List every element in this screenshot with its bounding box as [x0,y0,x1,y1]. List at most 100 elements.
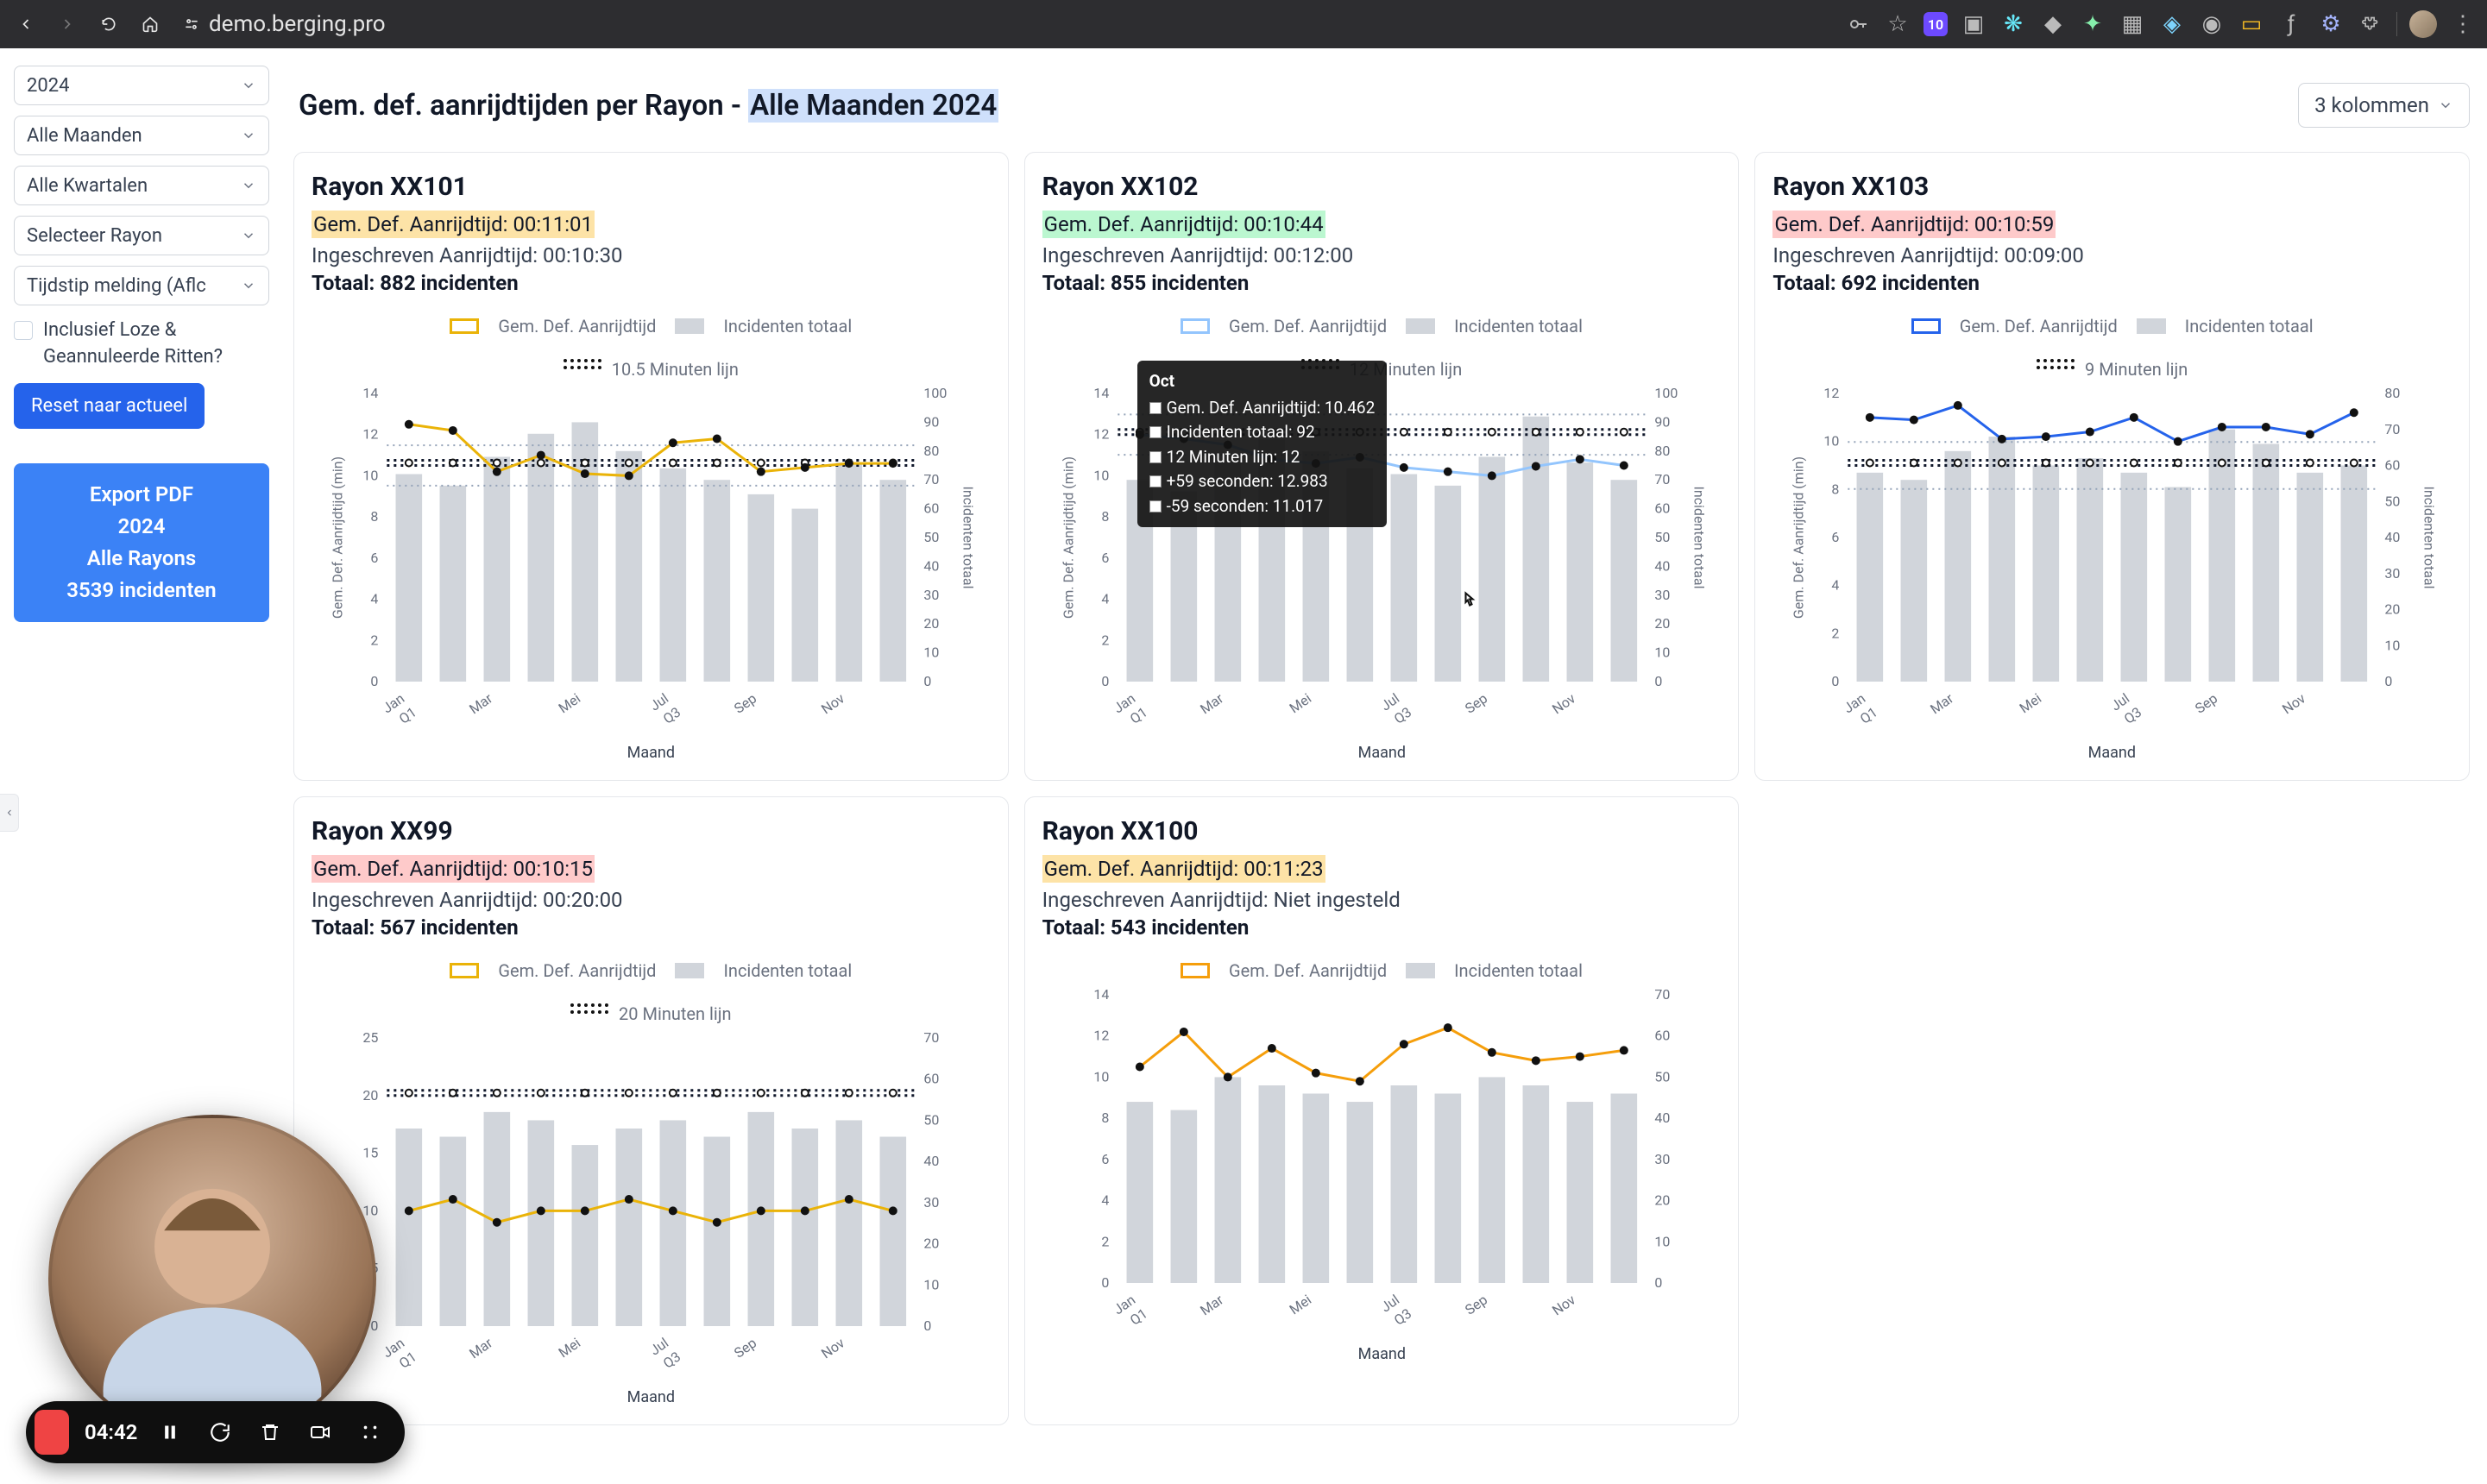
svg-text:14: 14 [362,385,378,401]
chart-svg: 02468101201020304050607080JanQ1MarMeiJul… [1772,385,2452,764]
svg-text:12: 12 [1824,385,1840,401]
svg-text:10: 10 [923,1276,939,1292]
url-bar[interactable]: demo.berging.pro [183,11,386,37]
restart-button[interactable] [203,1415,237,1449]
ext-6-icon[interactable]: ◈ [2158,10,2186,38]
camera-button[interactable] [303,1415,337,1449]
delete-button[interactable] [253,1415,287,1449]
svg-text:10: 10 [1093,1068,1109,1085]
svg-text:0: 0 [1654,673,1662,689]
svg-text:Sep: Sep [2192,690,2220,717]
svg-text:20: 20 [923,615,939,632]
extensions-icon[interactable] [2357,10,2384,38]
svg-text:Maand: Maand [627,1388,675,1406]
registered-time: Ingeschreven Aanrijdtijd: 00:20:00 [312,888,991,912]
collapse-sidebar-tab[interactable] [0,794,19,832]
svg-text:80: 80 [1654,443,1670,459]
menu-icon[interactable]: ⋮ [2449,10,2477,38]
chevron-down-icon [2438,97,2453,113]
svg-text:14: 14 [1093,986,1109,1003]
filter-year[interactable]: 2024 [14,66,269,105]
chart-legend: Gem. Def. Aanrijdtijd Incidenten totaal [1042,960,1722,981]
combo-chart[interactable]: 024681012140102030405060708090100JanQ1Ma… [1042,385,1722,764]
svg-text:8: 8 [370,508,378,525]
svg-text:30: 30 [1654,1151,1670,1167]
svg-text:4: 4 [1101,1192,1109,1209]
star-icon[interactable]: ☆ [1884,10,1911,38]
svg-text:Mar: Mar [1928,689,1957,717]
combo-chart[interactable]: 02468101201020304050607080JanQ1MarMeiJul… [1772,385,2452,764]
ext-5-icon[interactable]: ▦ [2119,10,2146,38]
reload-button[interactable] [93,9,124,40]
svg-text:60: 60 [2385,457,2401,474]
ext-3-icon[interactable]: ◆ [2039,10,2067,38]
columns-select[interactable]: 3 kolommen [2298,83,2470,128]
filter-months[interactable]: Alle Maanden [14,116,269,155]
page-title: Gem. def. aanrijdtijden per Rayon - Alle… [299,89,998,123]
svg-text:90: 90 [923,413,939,430]
svg-text:2: 2 [1101,632,1109,648]
svg-text:20: 20 [1654,615,1670,632]
extension-badge[interactable]: 10 [1923,12,1948,36]
ext-4-icon[interactable]: ✦ [2079,10,2106,38]
forward-button[interactable] [52,9,83,40]
ext-8-icon[interactable]: ▭ [2238,10,2265,38]
checkbox-icon [14,321,33,340]
svg-text:0: 0 [1832,673,1840,689]
svg-text:12: 12 [1093,1028,1109,1044]
ext-7-icon[interactable]: ◉ [2198,10,2226,38]
rayon-card: Rayon XX99 Gem. Def. Aanrijdtijd: 00:10:… [293,796,1009,1425]
svg-text:Incidenten totaal: Incidenten totaal [2421,486,2438,588]
svg-text:2: 2 [1832,625,1840,641]
svg-text:4: 4 [1832,577,1840,594]
avg-time-highlight: Gem. Def. Aanrijdtijd: 00:10:44 [1042,211,1325,238]
svg-text:40: 40 [923,557,939,574]
svg-text:70: 70 [1654,986,1670,1003]
browser-chrome: demo.berging.pro ☆ 10 ▣ ❋ ◆ ✦ ▦ ◈ ◉ ▭ ƒ … [0,0,2487,48]
combo-chart[interactable]: 02468101214010203040506070JanQ1MarMeiJul… [1042,986,1722,1366]
svg-text:60: 60 [923,1071,939,1087]
filter-quarters[interactable]: Alle Kwartalen [14,166,269,205]
chart-svg: 024681012140102030405060708090100JanQ1Ma… [312,385,991,764]
password-icon[interactable] [1844,10,1872,38]
svg-text:12: 12 [362,426,378,443]
ext-2-icon[interactable]: ❋ [1999,10,2027,38]
presenter-video-bubble[interactable] [48,1115,376,1443]
back-button[interactable] [10,9,41,40]
registered-time: Ingeschreven Aanrijdtijd: 00:09:00 [1772,243,2452,267]
card-title: Rayon XX103 [1772,172,2452,202]
svg-text:6: 6 [370,550,378,566]
svg-text:0: 0 [370,1317,378,1334]
svg-text:14: 14 [1093,385,1109,401]
svg-text:Maand: Maand [1357,1345,1405,1363]
ext-10-icon[interactable]: ⚙ [2317,10,2345,38]
svg-text:25: 25 [362,1029,378,1046]
rayon-card: Rayon XX100 Gem. Def. Aanrijdtijd: 00:11… [1024,796,1740,1425]
include-cancelled-checkbox[interactable]: Inclusief Loze & Geannuleerde Ritten? [14,318,269,371]
ext-1-icon[interactable]: ▣ [1960,10,1987,38]
svg-text:60: 60 [1654,500,1670,517]
svg-text:10: 10 [362,1202,378,1218]
filter-rayon[interactable]: Selecteer Rayon [14,216,269,255]
pause-button[interactable] [153,1415,187,1449]
home-button[interactable] [135,9,166,40]
svg-text:Nov: Nov [818,1335,847,1362]
filter-timefield[interactable]: Tijdstip melding (Aflc [14,266,269,305]
svg-text:80: 80 [2385,385,2401,401]
combo-chart[interactable]: 024681012140102030405060708090100JanQ1Ma… [312,385,991,764]
combo-chart[interactable]: 0510152025010203040506070JanQ1MarMeiJulQ… [312,1029,991,1409]
total-incidents: Totaal: 882 incidenten [312,271,991,295]
export-pdf-button[interactable]: Export PDF 2024 Alle Rayons 3539 inciden… [14,463,269,623]
reset-button[interactable]: Reset naar actueel [14,383,205,429]
card-title: Rayon XX100 [1042,816,1722,846]
svg-text:6: 6 [1101,550,1109,566]
svg-text:20: 20 [362,1087,378,1104]
profile-avatar[interactable] [2409,10,2437,38]
more-button[interactable] [353,1415,387,1449]
stop-record-button[interactable] [35,1415,69,1449]
svg-text:50: 50 [923,1111,939,1128]
svg-text:10: 10 [1824,433,1840,450]
svg-text:2: 2 [1101,1233,1109,1249]
ext-9-icon[interactable]: ƒ [2277,10,2305,38]
svg-text:0: 0 [923,1317,931,1334]
